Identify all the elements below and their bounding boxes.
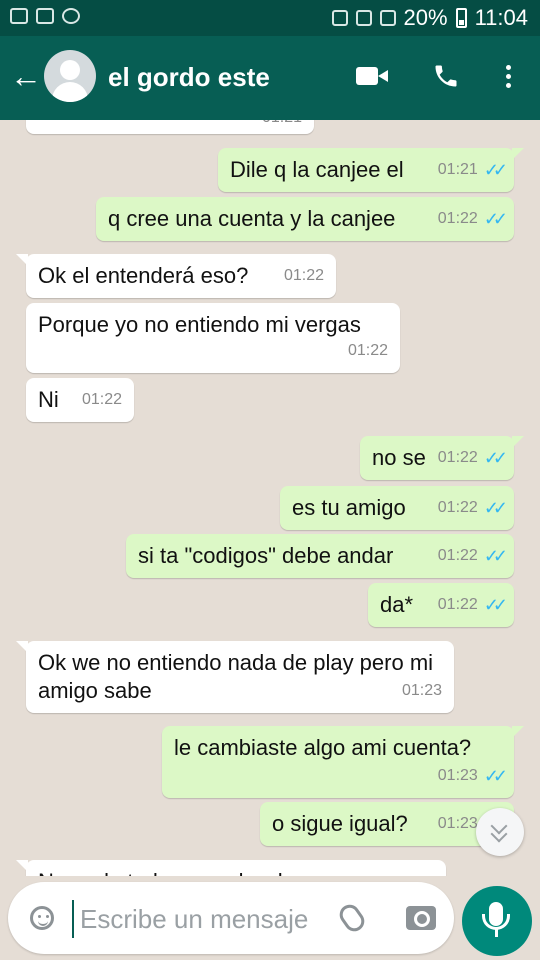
message-bubble-incoming: Ok we no entiendo nada de play pero mi a… [16,641,454,713]
read-receipt-icon: ✓✓ [483,498,508,518]
message-time: 01:22 [347,342,388,359]
message-text: o sigue igual? [272,811,408,836]
message-text: Ok el entenderá eso? [38,263,249,288]
youtube-notification-icon [36,8,54,24]
message-time: 01:22 [437,499,478,516]
message-bubble-outgoing: le cambiaste algo ami cuenta? 01:23 ✓✓ [162,726,524,798]
avatar[interactable] [44,50,96,102]
read-receipt-icon: ✓✓ [483,595,508,615]
message-list[interactable]: 01:21 Dile q la canjee el 01:21 ✓✓ q cree… [0,120,540,876]
message-time: 01:21 [262,120,302,132]
mute-icon [331,10,348,26]
read-receipt-icon: ✓✓ [483,448,508,468]
message-bubble-outgoing: da* 01:22 ✓✓ [368,583,514,627]
message-time: 01:23 [437,767,478,784]
message-text: es tu amigo [292,495,406,520]
message-bubble-outgoing: Dile q la canjee el 01:21 ✓✓ [218,148,524,192]
signal-icon [379,10,396,26]
status-bar: 20% 11:04 [0,0,540,36]
clock: 11:04 [474,5,528,30]
message-bubble-partial: 01:21 [26,120,314,134]
phone-icon[interactable] [432,62,460,95]
read-receipt-icon: ✓✓ [483,160,508,180]
read-receipt-icon: ✓✓ [483,209,508,229]
read-receipt-icon: ✓✓ [483,766,508,786]
message-text: No pedo todo normal y chevere [38,868,345,876]
message-bubble-outgoing: o sigue igual? 01:23✓✓ [260,802,514,846]
message-time: 01:22 [81,391,122,408]
camera-icon[interactable] [406,906,436,930]
whatsapp-notification-icon [62,8,80,24]
microphone-button[interactable] [462,886,532,956]
message-time: 01:23 [437,815,478,832]
text-caret [72,900,74,938]
message-text: no se [372,445,426,470]
wifi-icon [355,10,372,26]
message-text: Ni [38,387,59,412]
more-vertical-icon[interactable] [496,62,520,92]
message-text: Dile q la canjee el [230,157,404,182]
message-bubble-outgoing: q cree una cuenta y la canjee 01:22 ✓✓ [96,197,514,241]
message-time: 01:21 [437,161,478,178]
message-input-container [8,882,454,954]
read-receipt-icon: ✓✓ [483,546,508,566]
message-text: Porque yo no entiendo mi vergas [38,312,361,337]
message-bubble-incoming: Ok el entenderá eso? 01:22 [16,254,336,298]
video-call-icon[interactable] [356,67,388,85]
message-text: Ok we no entiendo nada de play pero mi a… [38,650,434,703]
message-time: 01:22 [437,547,478,564]
gallery-notification-icon [10,8,28,24]
message-bubble-outgoing: no se 01:22 ✓✓ [360,436,524,480]
arrow-left-icon[interactable]: ← [10,60,42,92]
message-time: 01:22 [437,449,478,466]
chat-header: ← el gordo este [0,36,540,120]
message-bubble-incoming-partial: No pedo todo normal y chevere [16,860,446,876]
battery-percent: 20% [403,5,448,30]
message-bubble-outgoing: si ta "codigos" debe andar 01:22 ✓✓ [126,534,514,578]
message-text: da* [380,592,414,617]
message-time: 01:22 [283,267,324,284]
message-time: 01:22 [437,596,478,613]
contact-name[interactable]: el gordo este [108,62,270,93]
message-time: 01:22 [437,210,478,227]
scroll-to-bottom-button[interactable] [476,808,524,856]
message-bubble-incoming: Porque yo no entiendo mi vergas 01:22 [26,303,400,373]
battery-icon [455,8,467,28]
message-text: si ta "codigos" debe andar [138,543,394,568]
message-text: q cree una cuenta y la canjee [108,206,396,231]
message-input[interactable] [78,896,342,942]
message-text: le cambiaste algo ami cuenta? [174,735,472,760]
message-time: 01:23 [401,682,442,699]
message-bubble-incoming: Ni 01:22 [26,378,134,422]
message-bubble-outgoing: es tu amigo 01:22 ✓✓ [280,486,514,530]
compose-bar [0,876,540,960]
emoji-icon[interactable] [30,906,54,930]
